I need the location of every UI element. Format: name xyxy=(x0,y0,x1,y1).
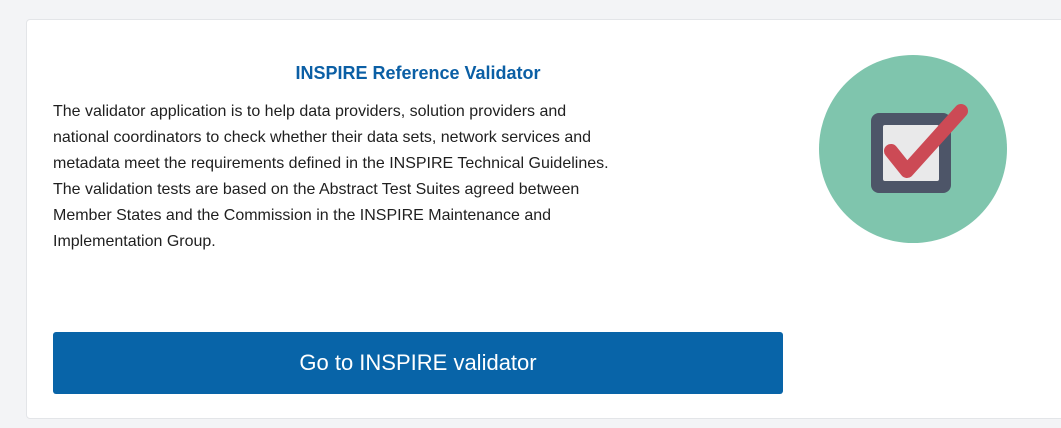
validator-card: INSPIRE Reference Validator The validato… xyxy=(26,19,1061,419)
description-line: The validation tests are based on the Ab… xyxy=(53,181,580,198)
description-line: Implementation Group. xyxy=(53,233,216,250)
description-line: metadata meet the requirements defined i… xyxy=(53,155,609,172)
description-line: The validator application is to help dat… xyxy=(53,103,567,120)
description-line: national coordinators to check whether t… xyxy=(53,129,592,146)
card-description: The validator application is to help dat… xyxy=(53,99,788,255)
go-to-validator-button[interactable]: Go to INSPIRE validator xyxy=(53,332,783,394)
card-title: INSPIRE Reference Validator xyxy=(295,63,541,83)
description-line: Member States and the Commission in the … xyxy=(53,207,552,224)
checkbox-check-icon xyxy=(819,55,1007,243)
